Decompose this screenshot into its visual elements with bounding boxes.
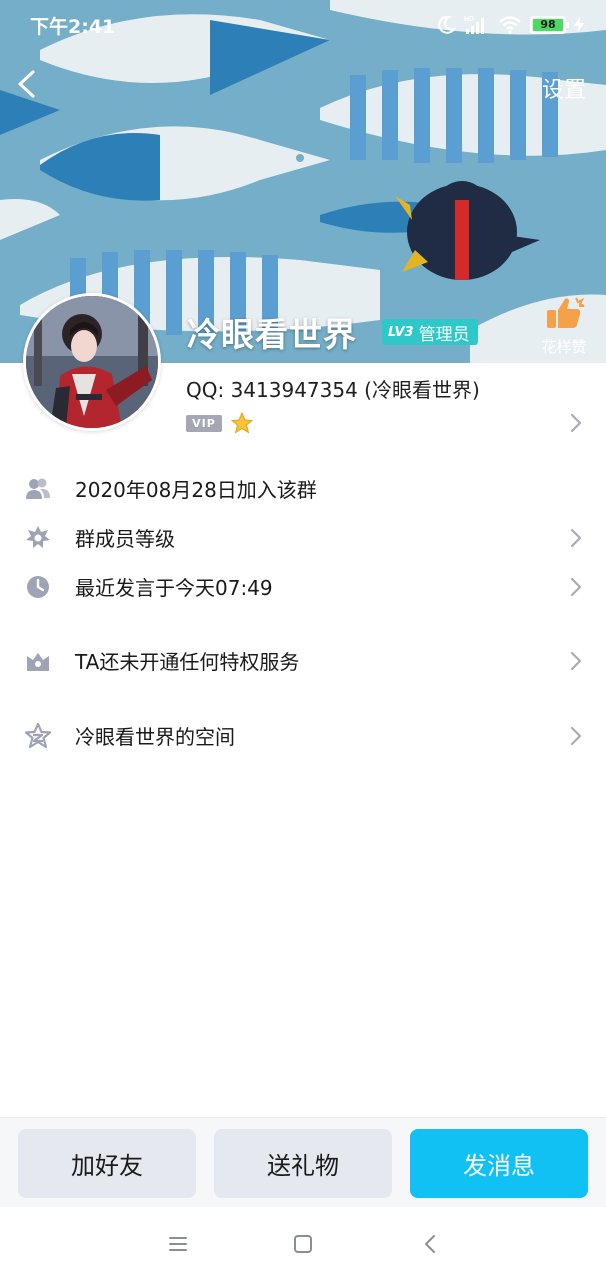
chevron-right-icon bbox=[570, 726, 582, 746]
home-button[interactable] bbox=[288, 1229, 318, 1259]
role-tag: 管理员 bbox=[418, 324, 470, 345]
status-icons: HD 98 bbox=[438, 14, 584, 36]
menu-icon bbox=[169, 1237, 187, 1251]
signal-icon: HD bbox=[464, 16, 484, 34]
chevron-right-icon bbox=[570, 413, 582, 433]
privilege-label: TA还未开通任何特权服务 bbox=[75, 649, 300, 674]
level-role-badge: LV3 管理员 bbox=[382, 319, 478, 345]
vip-badge: VIP bbox=[186, 415, 222, 432]
charging-icon bbox=[574, 17, 584, 33]
level-gear-icon bbox=[26, 526, 50, 548]
profile-nickname: 冷眼看世界 bbox=[187, 315, 357, 354]
settings-button[interactable]: 设置 bbox=[542, 72, 586, 104]
clock-icon bbox=[27, 576, 49, 598]
member-level-label: 群成员等级 bbox=[75, 526, 175, 551]
avatar[interactable] bbox=[23, 293, 161, 431]
network-type-label: HD bbox=[464, 16, 474, 23]
chevron-right-icon bbox=[570, 577, 582, 597]
battery-icon: 98 bbox=[530, 16, 569, 34]
battery-level: 98 bbox=[533, 19, 563, 31]
last-speak-label: 最近发言于今天07:49 bbox=[75, 575, 273, 600]
qq-number: QQ: 3413947354 (冷眼看世界) bbox=[186, 378, 480, 402]
system-back-button[interactable] bbox=[416, 1229, 446, 1259]
members-icon bbox=[26, 478, 50, 499]
back-button[interactable] bbox=[10, 60, 50, 108]
avatar-image bbox=[26, 296, 158, 428]
moon-icon bbox=[438, 15, 456, 34]
system-nav-bar bbox=[0, 1207, 606, 1280]
join-date-label: 2020年08月28日加入该群 bbox=[75, 477, 317, 502]
fancy-like-button[interactable]: 花样赞 bbox=[534, 296, 594, 357]
chevron-left-icon bbox=[18, 70, 35, 98]
send-message-button[interactable]: 发消息 bbox=[410, 1129, 588, 1198]
fancy-like-label: 花样赞 bbox=[541, 338, 587, 356]
chevron-right-icon bbox=[570, 528, 582, 548]
last-speak-row[interactable]: 最近发言于今天07:49 bbox=[0, 563, 606, 609]
back-triangle-icon bbox=[425, 1235, 435, 1253]
add-friend-button[interactable]: 加好友 bbox=[18, 1129, 196, 1198]
privilege-row[interactable]: TA还未开通任何特权服务 bbox=[0, 637, 606, 683]
member-level-row[interactable]: 群成员等级 bbox=[0, 514, 606, 560]
privilege-crown-icon bbox=[27, 653, 49, 671]
level-tag: LV3 bbox=[388, 324, 414, 340]
star-icon bbox=[231, 412, 253, 434]
send-gift-button[interactable]: 送礼物 bbox=[214, 1129, 392, 1198]
qzone-star-icon bbox=[25, 723, 51, 749]
status-time: 下午2:41 bbox=[30, 16, 116, 38]
qzone-label: 冷眼看世界的空间 bbox=[75, 724, 235, 749]
action-bar: 加好友 送礼物 发消息 bbox=[0, 1117, 606, 1207]
qzone-row[interactable]: 冷眼看世界的空间 bbox=[0, 712, 606, 758]
join-date-row: 2020年08月28日加入该群 bbox=[0, 465, 606, 511]
wifi-icon bbox=[499, 16, 521, 34]
thumbs-up-icon bbox=[547, 297, 585, 328]
profile-detail-button[interactable] bbox=[570, 413, 582, 437]
home-square-icon bbox=[294, 1235, 312, 1253]
menu-button[interactable] bbox=[163, 1229, 193, 1259]
chevron-right-icon bbox=[570, 651, 582, 671]
status-bar: 下午2:41 HD 98 bbox=[0, 0, 606, 50]
